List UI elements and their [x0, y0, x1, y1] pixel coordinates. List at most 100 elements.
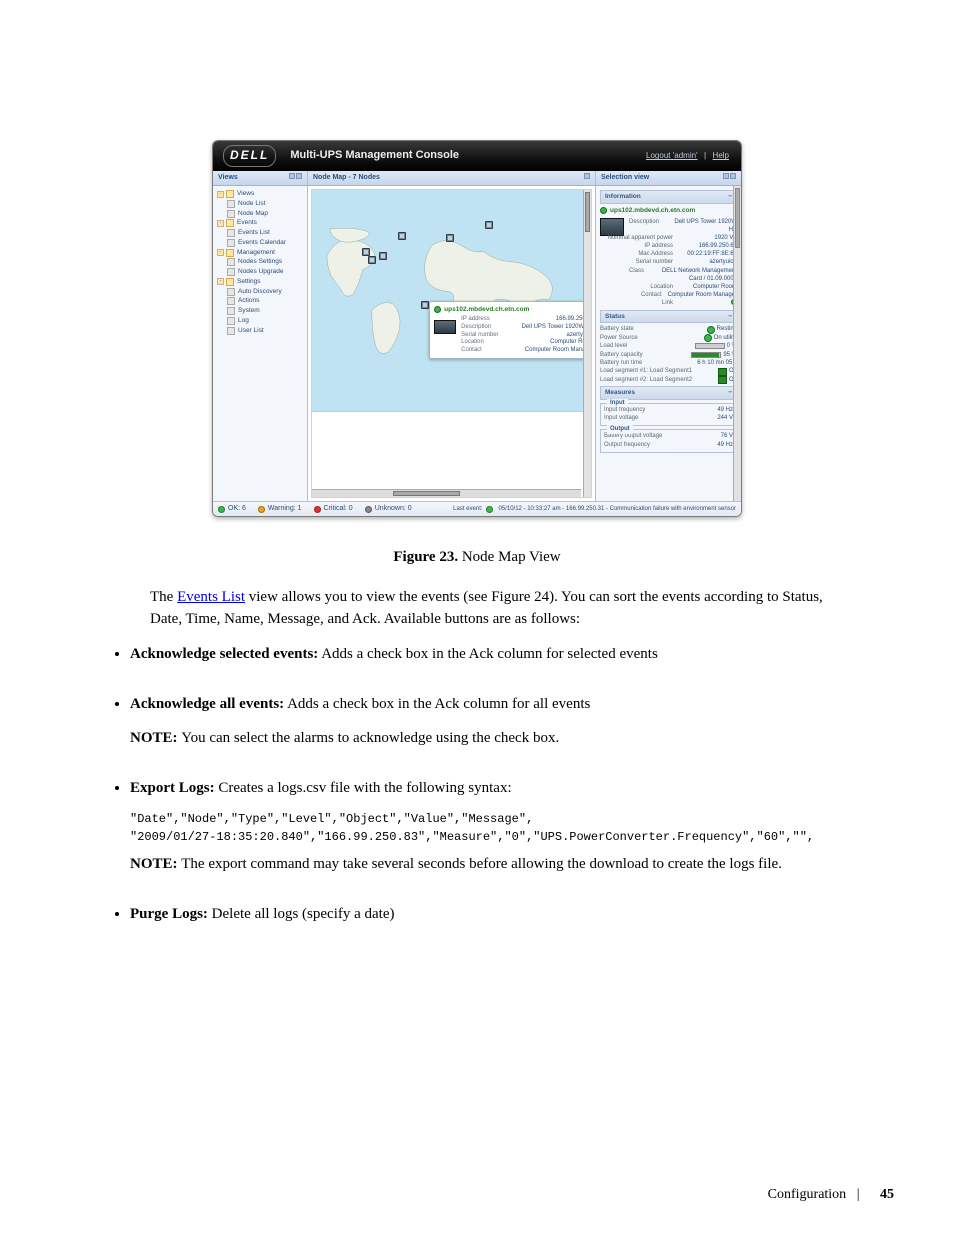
item-icon — [227, 317, 235, 325]
last-event-value: 05/10/12 - 10:33:27 am - 166.99.250.31 -… — [499, 505, 736, 514]
application-screenshot: DELL Multi-UPS Management Console Logout… — [212, 140, 742, 517]
map-node-icon[interactable] — [368, 256, 376, 264]
events-list-link: Events List — [177, 589, 245, 605]
status-warning[interactable]: Warning: 1 — [258, 504, 302, 514]
folder-icon — [226, 190, 234, 198]
tree-item-label: User List — [238, 326, 264, 336]
status-row: Battery capacity 95 % — [600, 351, 737, 359]
status-ok-icon — [434, 306, 441, 313]
info-row: Link — [629, 299, 737, 307]
tree-item[interactable]: - Management — [217, 248, 303, 258]
info-row: IP address166.99.250.67 — [629, 242, 737, 250]
tree-item[interactable]: Events List — [217, 228, 303, 238]
status-ok-icon — [704, 334, 712, 342]
page-number: 45 — [880, 1187, 894, 1202]
segment-on-icon — [718, 368, 727, 376]
world-map[interactable]: ups102.mbdevd.ch.etn.com IP address166.9… — [312, 190, 591, 411]
tree-item-label: Auto Discovery — [238, 287, 282, 297]
tree-item[interactable]: User List — [217, 326, 303, 336]
measure-row: Output frequency49 Hz — [604, 441, 733, 449]
events-intro: The Events List view allows you to view … — [150, 587, 854, 631]
tree-item-label: Nodes Upgrade — [238, 267, 284, 277]
expand-icon[interactable]: - — [217, 278, 224, 285]
status-critical[interactable]: Critical: 0 — [314, 504, 353, 514]
tree-item[interactable]: - Events — [217, 218, 303, 228]
bullet-item: Acknowledge selected events: Adds a chec… — [130, 644, 854, 666]
map-node-icon[interactable] — [485, 221, 493, 229]
tree-item-label: Events — [237, 218, 257, 228]
dot-unknown-icon — [365, 506, 372, 513]
tree-item[interactable]: Node Map — [217, 209, 303, 219]
info-row: ContactComputer Room Manager — [629, 291, 737, 299]
item-icon — [227, 297, 235, 305]
selection-scroll: Information− ups102.mbdevd.ch.etn.com De… — [596, 186, 741, 501]
note: NOTE: The export command may take severa… — [130, 854, 854, 876]
tree-item[interactable]: Events Calendar — [217, 238, 303, 248]
app-header: DELL Multi-UPS Management Console Logout… — [213, 141, 741, 171]
folder-icon — [226, 249, 234, 257]
collapse-icon[interactable]: − — [728, 388, 732, 397]
panel-controls[interactable] — [288, 173, 302, 183]
expand-icon[interactable]: - — [217, 191, 224, 198]
tooltip-row: Serial numberazertyuiop — [461, 332, 592, 340]
map-node-icon[interactable] — [446, 234, 454, 242]
item-icon — [227, 239, 235, 247]
tree-item[interactable]: -Settings — [217, 277, 303, 287]
tree-item-label: Management — [237, 248, 275, 258]
panel-controls[interactable] — [583, 173, 590, 183]
status-ok[interactable]: OK: 6 — [218, 504, 246, 514]
views-panel-title: Views — [213, 171, 307, 186]
dot-warning-icon — [258, 506, 265, 513]
views-panel-title-text: Views — [218, 173, 238, 183]
status-section-header: Status — [605, 312, 625, 321]
status-row: Load segment #2: Load Segment2 On — [600, 376, 737, 384]
tree-item-label: Views — [237, 189, 254, 199]
status-unknown[interactable]: Unknown: 0 — [365, 504, 412, 514]
tree-item-label: Events List — [238, 228, 270, 238]
tree-item[interactable]: Actions — [217, 296, 303, 306]
app-title: Multi-UPS Management Console — [290, 148, 459, 164]
info-row: Nominal apparent power1920 VA — [629, 234, 737, 242]
map-node-icon[interactable] — [398, 232, 406, 240]
map-viewport[interactable]: ups102.mbdevd.ch.etn.com IP address166.9… — [311, 189, 592, 498]
selection-panel: Selection view Information− ups102.mbdev… — [596, 171, 741, 501]
tree-item[interactable]: - Views — [217, 189, 303, 199]
collapse-icon[interactable]: − — [728, 192, 732, 201]
info-row: Serial numberazertyuiop — [629, 258, 737, 266]
help-link[interactable]: Help — [713, 151, 729, 160]
tree-item[interactable]: Nodes Settings — [217, 257, 303, 267]
info-section-header: Information — [605, 192, 641, 201]
tree-item-label: Log — [238, 316, 249, 326]
selection-v-scrollbar[interactable] — [733, 186, 741, 501]
info-row: DescriptionDell UPS Tower 1920W HV — [629, 218, 737, 234]
tree-item[interactable]: Nodes Upgrade — [217, 267, 303, 277]
tooltip-row: DescriptionDell UPS Tower 1920W HV — [461, 324, 592, 332]
bullet-item: Acknowledge all events: Adds a check box… — [130, 694, 854, 750]
map-empty-area — [312, 411, 591, 497]
map-node-icon[interactable] — [379, 252, 387, 260]
map-v-scrollbar[interactable] — [583, 190, 591, 497]
expand-icon[interactable]: - — [217, 220, 224, 227]
collapse-icon[interactable]: − — [728, 312, 732, 321]
status-ok-icon — [600, 207, 607, 214]
logout-link[interactable]: Logout 'admin' — [646, 151, 698, 160]
map-node-icon[interactable] — [362, 248, 370, 256]
status-row: Load level 0 % — [600, 342, 737, 350]
tree-item[interactable]: Log — [217, 316, 303, 326]
item-icon — [227, 200, 235, 208]
tree-item-label: Node Map — [238, 209, 268, 219]
panel-controls[interactable] — [722, 173, 736, 183]
brand-logo: DELL — [223, 145, 276, 166]
tooltip-row: LocationComputer Room — [461, 339, 592, 347]
map-panel-title: Node Map - 7 Nodes — [308, 171, 595, 186]
expand-icon[interactable]: - — [217, 249, 224, 256]
map-h-scrollbar[interactable] — [312, 489, 581, 497]
map-node-icon[interactable] — [421, 301, 429, 309]
footer-title: Configuration — [768, 1187, 847, 1202]
tree-item[interactable]: System — [217, 306, 303, 316]
tree-item[interactable]: Auto Discovery — [217, 287, 303, 297]
segment-on-icon — [718, 376, 727, 384]
status-row: Load segment #1: Load Segment1 On — [600, 367, 737, 375]
tree-item[interactable]: Node List — [217, 199, 303, 209]
measure-row: Input voltage244 V — [604, 414, 733, 422]
